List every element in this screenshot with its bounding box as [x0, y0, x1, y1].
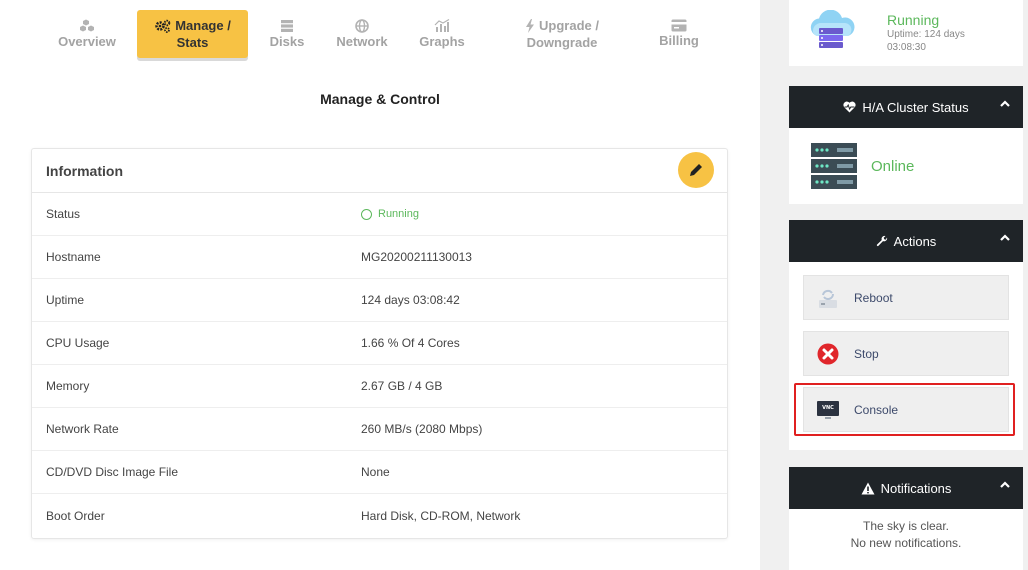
server-status-panel: Running Uptime: 124 days 03:08:30 [789, 0, 1023, 66]
tab-upgrade-downgrade[interactable]: Upgrade / Downgrade [512, 10, 612, 58]
server-status-state: Running [887, 12, 940, 28]
info-label: Memory [46, 379, 90, 393]
chevron-up-icon[interactable] [999, 233, 1011, 243]
notifications-header[interactable]: Notifications [789, 467, 1023, 509]
ha-cluster-body: Online [789, 128, 1023, 204]
heartbeat-icon [843, 101, 856, 113]
cubes-icon [80, 19, 94, 31]
tab-bar: Overview Manage / Stats Disks Network Gr… [0, 0, 760, 62]
ha-cluster-state: Online [871, 157, 915, 175]
info-value: 124 days 03:08:42 [361, 293, 460, 307]
tab-manage-stats[interactable]: Manage / Stats [137, 10, 248, 58]
reboot-label: Reboot [854, 290, 893, 305]
stop-label: Stop [854, 346, 879, 361]
tab-label: Overview [58, 33, 116, 49]
info-row-status: Status Running [32, 193, 727, 236]
stop-icon [817, 343, 839, 364]
vnc-label: VNC [822, 405, 834, 411]
info-value: Hard Disk, CD-ROM, Network [361, 508, 521, 523]
sidebar: Running Uptime: 124 days 03:08:30 H/A Cl… [760, 0, 1028, 570]
reboot-button[interactable]: Reboot [803, 275, 1009, 320]
notifications-body: The sky is clear. No new notifications. [789, 509, 1023, 552]
tab-label: Disks [269, 33, 305, 49]
tab-disks[interactable]: Disks [262, 10, 312, 58]
notifications-title: Notifications [880, 480, 952, 496]
disks-icon [281, 19, 293, 32]
info-row-cpu-usage: CPU Usage 1.66 % Of 4 Cores [32, 322, 727, 365]
notifications-line1: The sky is clear. [862, 519, 950, 533]
stop-button[interactable]: Stop [803, 331, 1009, 376]
cloud-server-icon [807, 9, 865, 57]
ha-cluster-title: H/A Cluster Status [862, 99, 969, 115]
notifications-panel: Notifications The sky is clear. No new n… [789, 467, 1023, 570]
section-title: Manage & Control [320, 91, 440, 107]
info-label: Uptime [46, 293, 85, 307]
reboot-icon [819, 289, 837, 308]
warning-icon [861, 482, 875, 494]
tab-label-line2: Downgrade [526, 35, 598, 50]
vnc-monitor-icon: VNC [817, 400, 839, 419]
info-label: Network Rate [46, 422, 119, 436]
globe-icon [355, 18, 369, 33]
info-label: CPU Usage [46, 336, 110, 350]
info-row-boot-order: Boot Order Hard Disk, CD-ROM, Network [32, 494, 727, 537]
info-value: 260 MB/s (2080 Mbps) [361, 422, 483, 436]
card-icon [671, 19, 687, 32]
information-card: Information Status Running Hostname MG20… [31, 148, 728, 539]
tab-overview[interactable]: Overview [52, 10, 122, 58]
notifications-line2: No new notifications. [850, 536, 962, 550]
status-circle-icon [361, 208, 372, 220]
bolt-icon [526, 18, 535, 33]
gears-icon [155, 19, 171, 33]
tab-label: Upgrade / [539, 18, 599, 33]
info-label: Hostname [46, 250, 101, 264]
info-value: 2.67 GB / 4 GB [361, 379, 443, 393]
server-uptime-line2: 03:08:30 [887, 42, 926, 53]
actions-header[interactable]: Actions [789, 220, 1023, 262]
info-row-disc-image: CD/DVD Disc Image File None [32, 451, 727, 494]
console-label: Console [854, 402, 899, 417]
edit-button[interactable] [678, 152, 714, 188]
server-rack-icon [811, 143, 857, 189]
tab-label: Network [336, 33, 388, 49]
info-label: Boot Order [46, 508, 105, 523]
info-row-memory: Memory 2.67 GB / 4 GB [32, 365, 727, 408]
ha-cluster-panel: H/A Cluster Status Online [789, 86, 1023, 204]
chart-icon [434, 18, 450, 32]
info-value: None [361, 465, 390, 479]
info-label: Status [46, 207, 81, 221]
info-label: CD/DVD Disc Image File [46, 465, 179, 479]
info-row-hostname: Hostname MG20200211130013 [32, 236, 727, 279]
info-value: 1.66 % Of 4 Cores [361, 336, 460, 350]
tab-label: Manage / [175, 18, 231, 33]
info-value: Running [361, 208, 727, 220]
actions-title: Actions [893, 233, 937, 249]
info-row-uptime: Uptime 124 days 03:08:42 [32, 279, 727, 322]
page: Overview Manage / Stats Disks Network Gr… [0, 0, 1028, 570]
chevron-up-icon[interactable] [999, 480, 1011, 490]
tab-graphs[interactable]: Graphs [412, 10, 472, 58]
ha-cluster-header[interactable]: H/A Cluster Status [789, 86, 1023, 128]
information-title: Information [46, 162, 123, 179]
wrench-icon [876, 235, 887, 247]
information-header: Information [32, 149, 727, 193]
actions-panel: Actions Reboot Stop VNC Console [789, 220, 1023, 450]
tab-label-line2: Stats [176, 35, 209, 50]
pencil-icon [690, 163, 703, 176]
info-value: MG20200211130013 [361, 250, 472, 264]
server-status-text: Running Uptime: 124 days 03:08:30 [887, 12, 965, 54]
info-row-network-rate: Network Rate 260 MB/s (2080 Mbps) [32, 408, 727, 451]
tab-label: Graphs [419, 33, 465, 49]
tab-label: Billing [659, 33, 699, 48]
console-button[interactable]: VNC Console [803, 387, 1009, 432]
tab-billing[interactable]: Billing [650, 10, 708, 58]
chevron-up-icon[interactable] [999, 99, 1011, 109]
status-running-text: Running [378, 208, 419, 220]
tab-network[interactable]: Network [330, 10, 394, 58]
server-uptime-line1: Uptime: 124 days [887, 29, 965, 40]
